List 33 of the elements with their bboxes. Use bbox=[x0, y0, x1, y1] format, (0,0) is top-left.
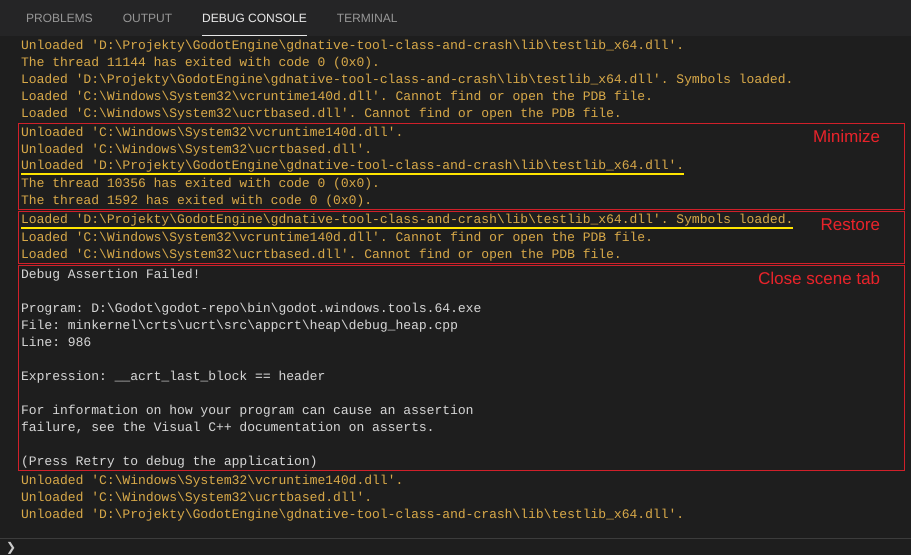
console-line: Expression: __acrt_last_block == header bbox=[21, 368, 326, 385]
console-line: Loaded 'C:\Windows\System32\ucrtbased.dll'. Cannot find or open the PDB file. bbox=[21, 246, 622, 263]
prompt-icon: ❯ bbox=[6, 540, 16, 554]
console-line: The thread 10356 has exited with code 0 (0x0). bbox=[21, 175, 380, 192]
console-line: Loaded 'C:\Windows\System32\ucrtbased.dll'. Cannot find or open the PDB file. bbox=[21, 105, 622, 122]
panel-tab[interactable]: TERMINAL bbox=[336, 0, 398, 36]
panel-tab[interactable]: DEBUG CONSOLE bbox=[202, 0, 307, 36]
console-line: File: minkernel\crts\ucrt\src\appcrt\heap\debug_heap.cpp bbox=[21, 317, 458, 334]
annotation-label: Minimize bbox=[812, 126, 880, 148]
annotation-label: Restore bbox=[820, 214, 880, 236]
console-line: The thread 11144 has exited with code 0 (0x0). bbox=[21, 54, 380, 71]
console-line: (Press Retry to debug the application) bbox=[21, 453, 318, 470]
console-line: Program: D:\Godot\godot-repo\bin\godot.windows.tools.64.exe bbox=[21, 300, 482, 317]
console-line: Unloaded 'C:\Windows\System32\vcruntime140d.dll'. bbox=[21, 124, 404, 141]
console-input[interactable]: ❯ bbox=[0, 538, 911, 555]
console-line: Unloaded 'D:\Projekty\GodotEngine\gdnative-tool-class-and-crash\lib\testlib_x64.dll'. bbox=[21, 37, 684, 54]
console-line: failure, see the Visual C++ documentation on asserts. bbox=[21, 419, 434, 436]
console-line: For information on how your program can cause an assertion bbox=[21, 402, 474, 419]
console-line: Loaded 'C:\Windows\System32\vcruntime140d.dll'. Cannot find or open the PDB file. bbox=[21, 88, 653, 105]
console-line: Loaded 'D:\Projekty\GodotEngine\gdnative-tool-class-and-crash\lib\testlib_x64.dll'. Symbols loaded. bbox=[21, 71, 794, 88]
console-line: Loaded 'D:\Projekty\GodotEngine\gdnative-tool-class-and-crash\lib\testlib_x64.dll'. Symbols loaded. bbox=[21, 212, 794, 229]
console-line: Unloaded 'C:\Windows\System32\ucrtbased.dll'. bbox=[21, 489, 372, 506]
console-line: Loaded 'C:\Windows\System32\vcruntime140d.dll'. Cannot find or open the PDB file. bbox=[21, 229, 653, 246]
panel-tab[interactable]: PROBLEMS bbox=[26, 0, 93, 36]
console-line: Unloaded 'C:\Windows\System32\vcruntime140d.dll'. bbox=[21, 472, 404, 489]
console-line: Unloaded 'C:\Windows\System32\ucrtbased.dll'. bbox=[21, 141, 372, 158]
console-line: Unloaded 'D:\Projekty\GodotEngine\gdnative-tool-class-and-crash\lib\testlib_x64.dll'. bbox=[21, 158, 684, 175]
console-line: Unloaded 'D:\Projekty\GodotEngine\gdnative-tool-class-and-crash\lib\testlib_x64.dll'. bbox=[21, 506, 684, 523]
console-line: The thread 1592 has exited with code 0 (0x0). bbox=[21, 192, 372, 209]
console-line: Line: 986 bbox=[21, 334, 92, 351]
annotation-label: Close scene tab bbox=[758, 268, 880, 290]
console-line: Debug Assertion Failed! bbox=[21, 266, 200, 283]
panel-tab[interactable]: OUTPUT bbox=[122, 0, 172, 36]
